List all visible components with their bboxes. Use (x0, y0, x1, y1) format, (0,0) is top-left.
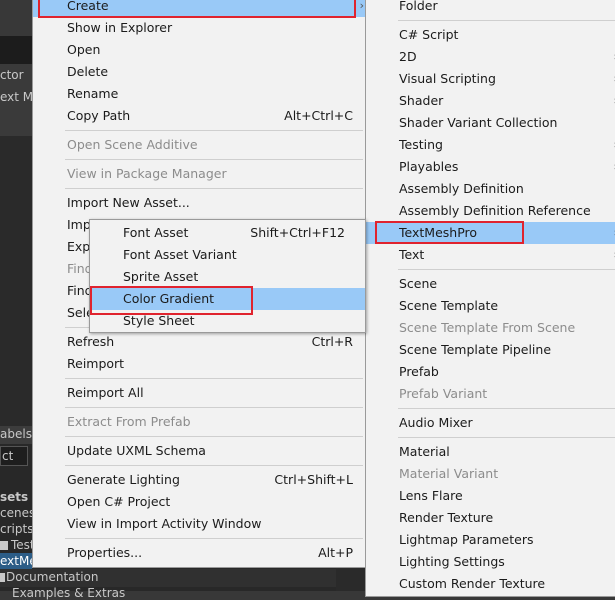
menu-separator (65, 538, 363, 539)
menu-separator (398, 269, 615, 270)
create-item-csharp-script[interactable]: C# Script (366, 24, 615, 46)
create-item-prefab-variant: Prefab Variant (399, 386, 488, 401)
documentation-label: Documentation (6, 570, 99, 584)
textmeshpro-submenu: Font Asset Shift+Ctrl+F12 Font Asset Vari… (89, 219, 366, 333)
assets-folder[interactable]: sets (0, 490, 28, 504)
create-item-lighting-settings[interactable]: Lighting Settings (366, 551, 615, 573)
menu-item-show-in-explorer[interactable]: Show in Explorer (33, 17, 365, 39)
create-item-shader[interactable]: Shader› (366, 90, 615, 112)
inspector-body (0, 136, 32, 426)
create-item-lightmap-parameters[interactable]: Lightmap Parameters (366, 529, 615, 551)
search-field-text: ct (2, 449, 14, 463)
create-item-scene-template[interactable]: Scene Template (366, 295, 615, 317)
menu-item-view-in-import-activity-window[interactable]: View in Import Activity Window (33, 513, 365, 535)
menu-item-properties[interactable]: Properties... Alt+P (33, 542, 365, 564)
menu-item-open-scene-additive: Open Scene Additive (67, 137, 198, 152)
tmp-item-font-asset[interactable]: Font Asset Shift+Ctrl+F12 (90, 222, 365, 244)
shortcut-label: Alt+P (318, 545, 353, 560)
inspector-tab-label: ctor (0, 68, 24, 82)
shortcut-label: Ctrl+R (311, 334, 353, 349)
project-search-field[interactable]: ct (0, 446, 28, 466)
scenes-folder[interactable]: cenes (0, 506, 35, 520)
menu-separator (398, 437, 615, 438)
folder-icon (0, 573, 5, 582)
annotation-box-textmeshpro (375, 221, 524, 244)
labels-bar: abels (0, 426, 32, 444)
menu-item-open-csharp-project[interactable]: Open C# Project (33, 491, 365, 513)
menu-item-rename[interactable]: Rename (33, 83, 365, 105)
menu-item-copy-path[interactable]: Copy Path Alt+Ctrl+C (33, 105, 365, 127)
create-item-folder[interactable]: Folder (366, 0, 615, 17)
create-item-playables[interactable]: Playables› (366, 156, 615, 178)
create-item-prefab[interactable]: Prefab (366, 361, 615, 383)
create-item-lens-flare[interactable]: Lens Flare (366, 485, 615, 507)
create-item-render-texture[interactable]: Render Texture (366, 507, 615, 529)
scripts-folder[interactable]: cripts (0, 522, 33, 536)
menu-separator (65, 465, 363, 466)
create-item-scene-template-from-scene: Scene Template From Scene (399, 320, 576, 335)
create-item-audio-mixer[interactable]: Audio Mixer (366, 412, 615, 434)
create-item-text[interactable]: Text› (366, 244, 615, 266)
menu-item-extract-from-prefab: Extract From Prefab (67, 414, 191, 429)
create-item-material-variant: Material Variant (399, 466, 499, 481)
tmp-item-sprite-asset[interactable]: Sprite Asset (90, 266, 365, 288)
menu-item-reimport[interactable]: Reimport (33, 353, 365, 375)
menu-separator (398, 408, 615, 409)
create-item-2d[interactable]: 2D› (366, 46, 615, 68)
menu-item-view-in-package-manager: View in Package Manager (67, 166, 227, 181)
folder-icon (0, 541, 8, 550)
panel-divider (336, 568, 365, 591)
create-item-scene-template-pipeline[interactable]: Scene Template Pipeline (366, 339, 615, 361)
menu-item-generate-lighting[interactable]: Generate Lighting Ctrl+Shift+L (33, 469, 365, 491)
tmp-item-font-asset-variant[interactable]: Font Asset Variant (90, 244, 365, 266)
menu-separator (398, 20, 615, 21)
menu-separator (65, 378, 363, 379)
menu-separator (65, 130, 363, 131)
create-item-assembly-definition-reference[interactable]: Assembly Definition Reference (366, 200, 615, 222)
create-submenu: Folder C# Script 2D› Visual Scripting› S… (365, 0, 615, 597)
create-item-testing[interactable]: Testing› (366, 134, 615, 156)
shortcut-label: Ctrl+Shift+L (274, 472, 353, 487)
menu-item-import-new-asset[interactable]: Import New Asset... (33, 192, 365, 214)
menu-separator (65, 436, 363, 437)
menu-item-delete[interactable]: Delete (33, 61, 365, 83)
shortcut-label: Shift+Ctrl+F12 (250, 225, 345, 240)
menu-item-refresh[interactable]: Refresh Ctrl+R (33, 331, 365, 353)
create-item-visual-scripting[interactable]: Visual Scripting› (366, 68, 615, 90)
create-item-shader-variant-collection[interactable]: Shader Variant Collection (366, 112, 615, 134)
toolbar-strip (0, 36, 32, 64)
create-item-custom-render-texture[interactable]: Custom Render Texture (366, 573, 615, 595)
inspector-panel: ctor ext M (0, 64, 34, 136)
test-item[interactable]: Test (0, 538, 35, 552)
documentation-row[interactable]: Documentation (0, 569, 365, 587)
examples-label[interactable]: Examples & Extras (12, 586, 125, 600)
menu-separator (65, 159, 363, 160)
menu-item-update-uxml-schema[interactable]: Update UXML Schema (33, 440, 365, 462)
labels-text: abels (0, 427, 32, 441)
create-item-scene[interactable]: Scene (366, 273, 615, 295)
create-item-material[interactable]: Material (366, 441, 615, 463)
menu-item-open[interactable]: Open (33, 39, 365, 61)
submenu-arrow-icon: › (359, 0, 364, 12)
inspector-object-label: ext M (0, 90, 34, 104)
menu-separator (65, 188, 363, 189)
annotation-box-create (38, 0, 356, 18)
menu-separator (65, 407, 363, 408)
annotation-box-color-gradient (90, 286, 253, 315)
shortcut-label: Alt+Ctrl+C (284, 108, 353, 123)
create-item-assembly-definition[interactable]: Assembly Definition (366, 178, 615, 200)
menu-item-reimport-all[interactable]: Reimport All (33, 382, 365, 404)
textmeshpro-folder-selected[interactable]: extMe (0, 553, 37, 569)
